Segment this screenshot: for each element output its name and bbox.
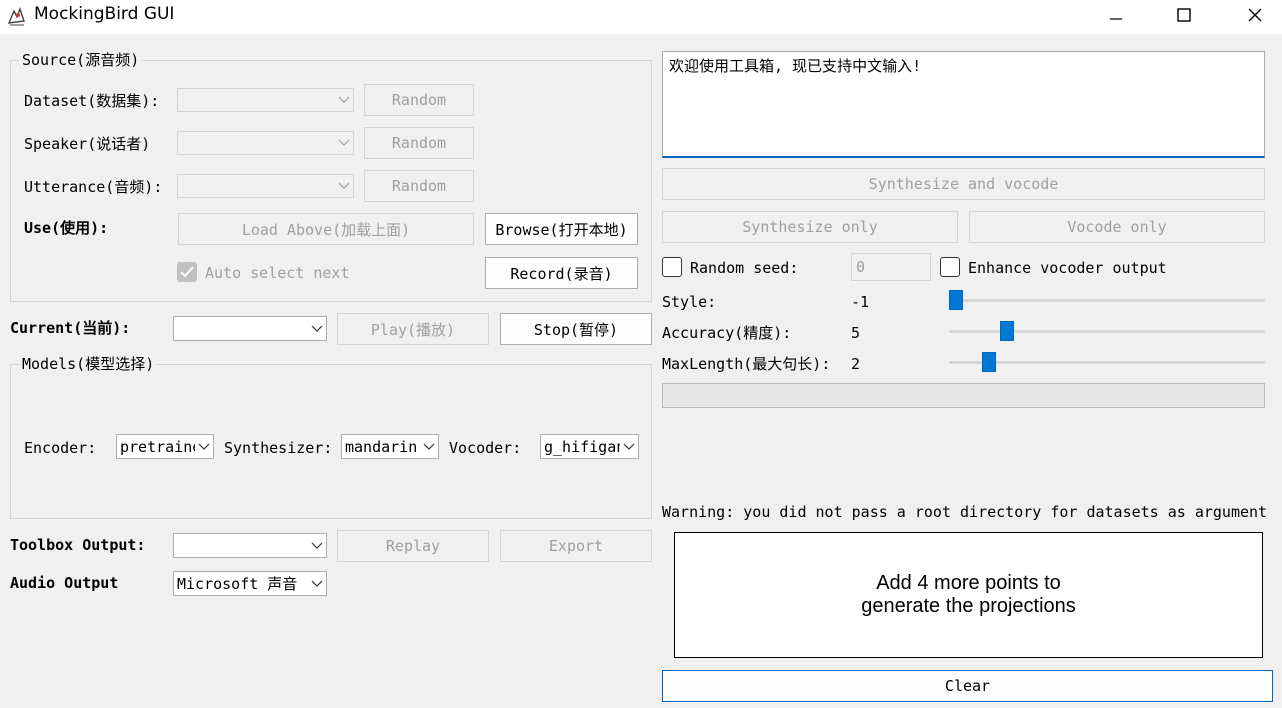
maxlength-slider-handle[interactable] [982,352,996,372]
minimize-button[interactable] [1093,0,1139,30]
synthesizer-label: Synthesizer: [224,439,333,457]
style-slider-track[interactable] [949,299,1265,302]
toolbox-output-label: Toolbox Output: [10,536,146,554]
chevron-down-icon [338,139,350,146]
accuracy-label: Accuracy(精度): [662,324,792,342]
dataset-combo[interactable] [177,88,354,112]
style-slider-handle[interactable] [949,290,963,310]
chevron-down-icon [623,443,635,450]
encoder-label: Encoder: [24,439,97,457]
dataset-random-button[interactable]: Random [364,84,474,116]
load-above-button[interactable]: Load Above(加载上面) [178,213,474,245]
utterance-combo[interactable] [177,174,354,198]
window-title: MockingBird GUI [34,4,175,24]
encoder-combo[interactable]: pretrained [116,434,214,459]
maxlength-value: 2 [851,355,861,373]
vocoder-combo[interactable]: g_hifigan [540,434,639,459]
warning-log: Warning: you did not pass a root directo… [662,503,1268,521]
audio-output-label: Audio Output [10,574,119,592]
clear-button[interactable]: Clear [662,670,1273,702]
vocode-only-button[interactable]: Vocode only [969,211,1265,243]
chevron-down-icon [198,443,210,450]
maxlength-slider-track[interactable] [949,361,1265,364]
checkmark-icon [180,266,194,278]
speaker-combo[interactable] [177,131,354,155]
progress-bar [662,383,1265,408]
random-seed-input[interactable]: 0 [851,253,931,281]
replay-button[interactable]: Replay [337,530,489,562]
synthesizer-value: mandarin [345,437,418,456]
dataset-label: Dataset(数据集): [24,92,160,110]
chevron-down-icon [311,542,323,549]
title-bar[interactable]: MockingBird GUI [0,0,1282,34]
enhance-vocoder-checkbox[interactable] [940,257,960,277]
export-button[interactable]: Export [500,530,652,562]
style-value: -1 [851,293,870,311]
close-button[interactable] [1232,0,1278,30]
vocoder-value: g_hifigan [544,437,620,456]
vocoder-label: Vocoder: [449,439,522,457]
projections-message-line1: Add 4 more points to [876,572,1061,594]
maximize-icon [1177,8,1191,22]
app-bird-icon [7,6,25,26]
accuracy-slider-track[interactable] [949,330,1265,333]
random-seed-checkbox[interactable] [662,257,682,277]
synthesizer-combo[interactable]: mandarin [341,434,439,459]
chevron-down-icon [423,443,435,450]
accuracy-slider-handle[interactable] [1000,321,1014,341]
speaker-random-button[interactable]: Random [364,127,474,159]
audio-output-value: Microsoft 声音 [177,574,298,593]
record-button[interactable]: Record(录音) [485,257,638,289]
maximize-button[interactable] [1161,0,1207,30]
source-group-title: Source(源音频) [19,51,143,69]
enhance-vocoder-label: Enhance vocoder output [968,259,1167,277]
style-label: Style: [662,293,717,311]
toolbox-output-combo[interactable] [173,533,327,558]
stop-button[interactable]: Stop(暂停) [500,313,652,345]
models-group-title: Models(模型选择) [19,355,158,373]
minimize-icon [1110,18,1122,20]
random-seed-label: Random seed: [690,259,799,277]
chevron-down-icon [338,182,350,189]
auto-select-label: Auto select next [205,264,350,282]
utterance-random-button[interactable]: Random [364,170,474,202]
close-icon [1248,8,1262,22]
synthesize-and-vocode-button[interactable]: Synthesize and vocode [662,168,1265,200]
speaker-label: Speaker(说话者) [24,135,151,153]
chevron-down-icon [311,580,323,587]
browse-button[interactable]: Browse(打开本地) [485,213,638,245]
use-label: Use(使用): [24,219,109,237]
utterance-label: Utterance(音频): [24,178,163,196]
projections-panel: Add 4 more points to generate the projec… [674,532,1263,658]
play-button[interactable]: Play(播放) [337,313,489,345]
synthesize-only-button[interactable]: Synthesize only [662,211,958,243]
chevron-down-icon [338,96,350,103]
audio-output-combo[interactable]: Microsoft 声音 [173,571,327,596]
projections-message-line2: generate the projections [861,595,1076,617]
maxlength-label: MaxLength(最大句长): [662,355,831,373]
chevron-down-icon [311,325,323,332]
encoder-value: pretrained [120,437,195,456]
current-label: Current(当前): [10,319,131,337]
auto-select-checkbox[interactable] [177,262,197,282]
text-input[interactable]: 欢迎使用工具箱, 现已支持中文输入! [662,51,1265,158]
current-combo[interactable] [173,316,327,341]
accuracy-value: 5 [851,324,861,342]
